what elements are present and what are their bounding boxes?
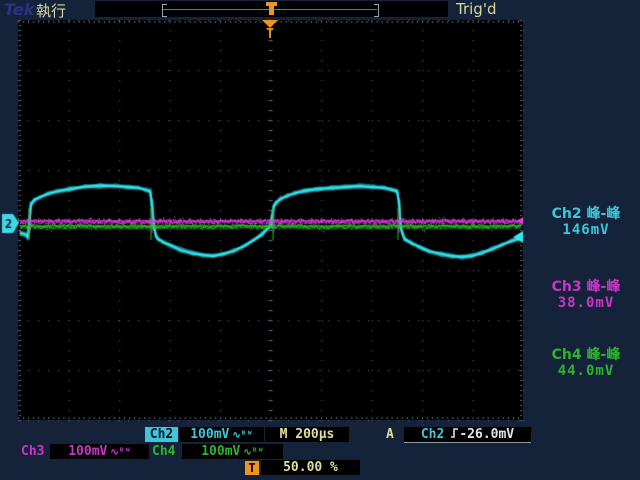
measurement-type-label: 峰-峰 — [586, 347, 621, 363]
measurement-value: 44.0mV — [557, 363, 615, 379]
measurement-ch2-pkpk: Ch2 峰-峰 146mV — [534, 206, 638, 238]
tek-logo: Tek — [4, 0, 35, 19]
horizontal-position-readout: 50.00 % — [261, 460, 360, 475]
trigger-status: Trig'd — [456, 0, 497, 18]
measurement-ch4-pkpk: Ch4 峰-峰 44.0mV — [534, 347, 638, 379]
ch4-readout-label: Ch4 — [152, 444, 176, 459]
ch4-coupling-icon: ∿ᴮᵂ — [243, 447, 264, 458]
record-window-right-bracket — [374, 4, 379, 17]
trigger-position-marker: T — [262, 20, 278, 41]
trigger-readout: Ch2 -26.0mV — [404, 427, 531, 443]
ch2-coupling-icon: ∿ᴮᵂ — [232, 430, 253, 441]
trigger-source: Ch2 — [420, 427, 445, 442]
timebase-readout: M 200µs — [265, 427, 349, 442]
timebase-label: M — [279, 427, 288, 442]
trigger-bus-label: A — [386, 427, 394, 442]
measurement-type-label: 峰-峰 — [586, 206, 621, 222]
trigger-record-marker-icon — [266, 2, 277, 15]
ch2-scale-readout: 100mV ∿ᴮᵂ — [179, 427, 264, 442]
measurement-value: 38.0mV — [557, 295, 615, 311]
measurement-ch3-pkpk: Ch3 峰-峰 38.0mV — [534, 279, 638, 311]
ch2-readout-label: Ch2 — [145, 427, 178, 442]
ch3-scale-value: 100mV — [68, 444, 108, 459]
ch4-scale-value: 100mV — [201, 444, 241, 459]
waveform-display — [0, 0, 640, 480]
horizontal-position-t-icon: T — [245, 461, 259, 475]
ch4-scale-readout: 100mV ∿ᴮᵂ — [182, 444, 283, 459]
record-window-left-bracket — [162, 4, 167, 17]
ch3-coupling-icon: ∿ᴮᵂ — [110, 447, 131, 458]
rising-edge-icon — [450, 427, 459, 442]
trigger-level: -26.0mV — [459, 427, 515, 442]
trigger-t-label: T — [266, 27, 274, 42]
ch2-scale-value: 100mV — [190, 427, 230, 442]
measurement-type-label: 峰-峰 — [586, 279, 621, 295]
timebase-value: 200µs — [295, 427, 335, 442]
measurement-channel: Ch4 — [551, 347, 582, 363]
measurement-channel: Ch3 — [551, 279, 582, 295]
ch3-scale-readout: 100mV ∿ᴮᵂ — [50, 444, 149, 459]
measurement-channel: Ch2 — [551, 206, 582, 222]
ch3-readout-label: Ch3 — [21, 444, 45, 459]
oscilloscope-screen: Tek 執行 Trig'd T Ch2 峰-峰 146mV Ch3 峰-峰 38… — [0, 0, 640, 480]
measurement-value: 146mV — [562, 222, 610, 238]
record-view-bar — [95, 1, 448, 17]
acquisition-status: 執行 — [36, 2, 67, 20]
